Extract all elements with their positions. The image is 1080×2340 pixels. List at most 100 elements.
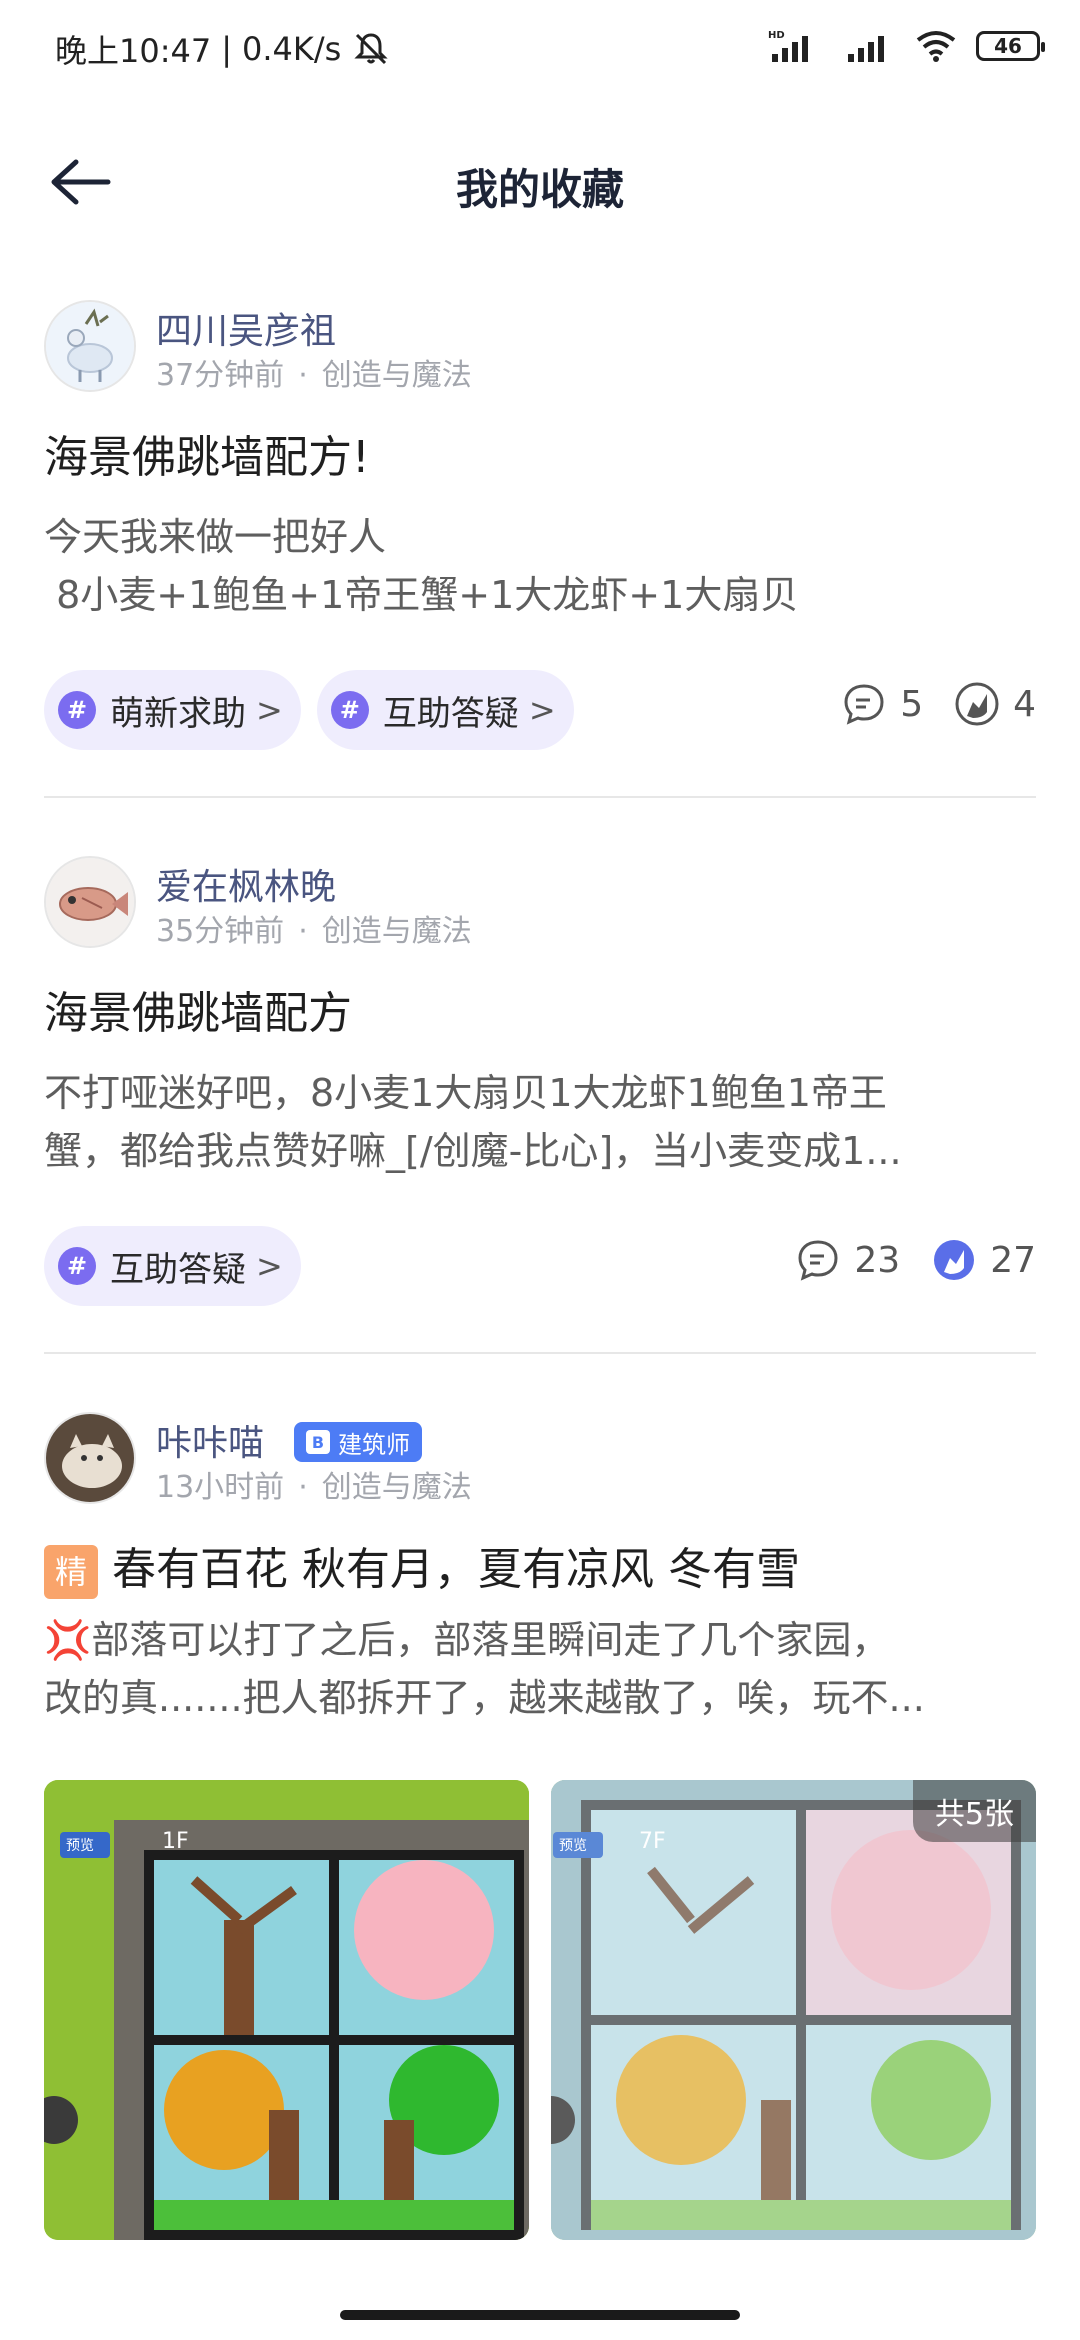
post-category[interactable]: 创造与魔法 <box>322 1470 472 1505</box>
post-header: 四川吴彦祖 37分钟前 · 创造与魔法 <box>44 300 1036 410</box>
post-body[interactable]: 💢部落可以打了之后，部落里瞬间走了几个家园， 改的真.......把人都拆开了，… <box>44 1611 1036 1727</box>
post-header: 咔咔喵 B 建筑师 13小时前 · 创造与魔法 <box>44 1412 1036 1522</box>
tag-label: 萌新求助 <box>110 693 246 734</box>
meta-dot: · <box>298 914 308 949</box>
signal-icon <box>848 36 884 62</box>
comment-button[interactable]: 5 <box>840 680 923 728</box>
post-meta: 13小时前 · 创造与魔法 <box>156 1462 472 1506</box>
post-body-line: 不打哑迷好吧，8小麦1大扇贝1大龙虾1鲍鱼1帝王 <box>44 1071 887 1115</box>
comment-button[interactable]: 23 <box>794 1236 900 1284</box>
meta-dot: · <box>298 358 308 393</box>
floor-label: 1F <box>162 1829 189 1854</box>
pixel-art-image: 预览 7F <box>551 1780 1036 2240</box>
meta-dot: · <box>298 1470 308 1505</box>
hashtag-icon: # <box>58 691 96 729</box>
tag-label: 互助答疑 <box>382 693 519 734</box>
like-button[interactable]: 4 <box>953 680 1036 728</box>
post-image[interactable]: 预览 7F 共5张 <box>551 1780 1036 2240</box>
status-bar: 晚上10:47 | 0.4K/s HD 46 <box>0 0 1080 96</box>
status-time: 晚上10:47 <box>55 32 212 70</box>
post-body-line: 蟹，都给我点赞好嘛_[/创魔-比心]，当小麦变成1... <box>44 1129 902 1173</box>
tag-chip[interactable]: # 萌新求助 > <box>44 670 301 750</box>
post-meta: 35分钟前 · 创造与魔法 <box>156 906 472 950</box>
avatar[interactable] <box>44 300 136 392</box>
post-stats: 5 4 <box>840 680 1036 728</box>
post-image[interactable]: 预览 1F <box>44 1780 529 2240</box>
post-time: 13小时前 <box>156 1470 285 1505</box>
status-separator: | <box>221 30 233 68</box>
hd-label: HD <box>768 30 785 41</box>
hashtag-icon: # <box>58 1247 96 1285</box>
post-time: 35分钟前 <box>156 914 285 949</box>
author-name[interactable]: 四川吴彦祖 <box>156 302 336 354</box>
featured-badge: 精 <box>44 1545 98 1599</box>
tag-label: 互助答疑 <box>110 1249 246 1290</box>
tags-row: # 萌新求助 > # 互助答疑 > 5 4 <box>44 670 1036 756</box>
post-title-text: 春有百花 秋有月，夏有凉风 冬有雪 <box>112 1544 800 1595</box>
tags-row: # 互助答疑 > 23 27 <box>44 1226 1036 1312</box>
image-gallery: 预览 1F 预览 7F 共5张 <box>44 1780 1036 2240</box>
avatar-image <box>46 302 134 390</box>
image-label: 预览 <box>559 1838 587 1854</box>
avatar-image <box>46 1414 134 1502</box>
battery-level: 46 <box>994 34 1022 58</box>
tag-chip[interactable]: # 互助答疑 > <box>44 1226 301 1306</box>
post-stats: 23 27 <box>794 1236 1036 1284</box>
post-category[interactable]: 创造与魔法 <box>322 358 472 393</box>
chevron-right-icon: > <box>528 691 556 729</box>
avatar-image <box>46 858 134 946</box>
author-name[interactable]: 爱在枫林晚 <box>156 858 336 910</box>
avatar[interactable] <box>44 1412 136 1504</box>
status-left: 晚上10:47 | 0.4K/s <box>55 26 391 72</box>
network-speed: 0.4K/s <box>242 30 342 68</box>
post-body-line: 💢部落可以打了之后，部落里瞬间走了几个家园， <box>44 1618 890 1662</box>
post-title[interactable]: 海景佛跳墙配方! <box>44 430 1036 486</box>
builder-icon: B <box>306 1430 330 1454</box>
mute-icon <box>354 33 388 65</box>
post-body[interactable]: 不打哑迷好吧，8小麦1大扇贝1大龙虾1鲍鱼1帝王 蟹，都给我点赞好嘛_[/创魔-… <box>44 1064 1036 1180</box>
author-name[interactable]: 咔咔喵 <box>156 1414 264 1466</box>
chevron-right-icon: > <box>256 1247 283 1285</box>
post-card[interactable]: 四川吴彦祖 37分钟前 · 创造与魔法 海景佛跳墙配方! 今天我来做一把好人 8小麦… <box>44 300 1036 756</box>
role-badge: B 建筑师 <box>294 1422 422 1462</box>
comment-count: 23 <box>854 1239 901 1281</box>
post-meta: 37分钟前 · 创造与魔法 <box>156 350 472 394</box>
pixel-art-image: 预览 1F <box>44 1780 529 2240</box>
like-icon <box>955 682 999 726</box>
divider <box>44 1352 1036 1354</box>
post-header: 爱在枫林晚 35分钟前 · 创造与魔法 <box>44 856 1036 966</box>
like-icon <box>934 1240 975 1280</box>
post-title[interactable]: 精春有百花 秋有月，夏有凉风 冬有雪 <box>44 1542 1036 1599</box>
post-title[interactable]: 海景佛跳墙配方 <box>44 986 1036 1042</box>
post-category[interactable]: 创造与魔法 <box>322 914 472 949</box>
header: 我的收藏 <box>0 130 1080 240</box>
page-title: 我的收藏 <box>455 165 624 214</box>
chevron-right-icon: > <box>256 691 283 729</box>
like-button[interactable]: 27 <box>930 1236 1036 1284</box>
post-body-line: 8小麦+1鲍鱼+1帝王蟹+1大龙虾+1大扇贝 <box>44 573 799 617</box>
post-card[interactable]: 咔咔喵 B 建筑师 13小时前 · 创造与魔法 精春有百花 秋有月，夏有凉风 冬有雪… <box>44 1412 1036 1727</box>
comment-icon <box>844 684 884 725</box>
post-card[interactable]: 爱在枫林晚 35分钟前 · 创造与魔法 海景佛跳墙配方 不打哑迷好吧，8小麦1大扇贝… <box>44 856 1036 1312</box>
post-body-line: 今天我来做一把好人 <box>44 515 387 559</box>
image-label: 预览 <box>66 1838 94 1854</box>
divider <box>44 796 1036 798</box>
post-body-line: 改的真.......把人都拆开了，越来越散了，唉，玩不... <box>44 1676 925 1720</box>
like-count: 27 <box>990 1239 1036 1281</box>
like-count: 4 <box>1013 683 1036 725</box>
comment-icon <box>798 1240 838 1281</box>
hashtag-icon: # <box>330 691 369 729</box>
battery-icon: 46 <box>976 31 1045 61</box>
status-right: HD 46 <box>768 28 1045 64</box>
comment-count: 5 <box>900 683 924 725</box>
tag-chip[interactable]: # 互助答疑 > <box>316 670 574 750</box>
wifi-icon <box>916 31 956 62</box>
home-indicator[interactable] <box>340 2310 740 2320</box>
post-body[interactable]: 今天我来做一把好人 8小麦+1鲍鱼+1帝王蟹+1大龙虾+1大扇贝 <box>44 508 1036 624</box>
post-time: 37分钟前 <box>156 358 285 393</box>
floor-label: 7F <box>639 1829 666 1854</box>
avatar[interactable] <box>44 856 136 948</box>
hd-signal-icon: HD <box>768 30 808 62</box>
image-count-badge: 共5张 <box>912 1780 1036 1842</box>
badge-label: 建筑师 <box>338 1430 410 1459</box>
